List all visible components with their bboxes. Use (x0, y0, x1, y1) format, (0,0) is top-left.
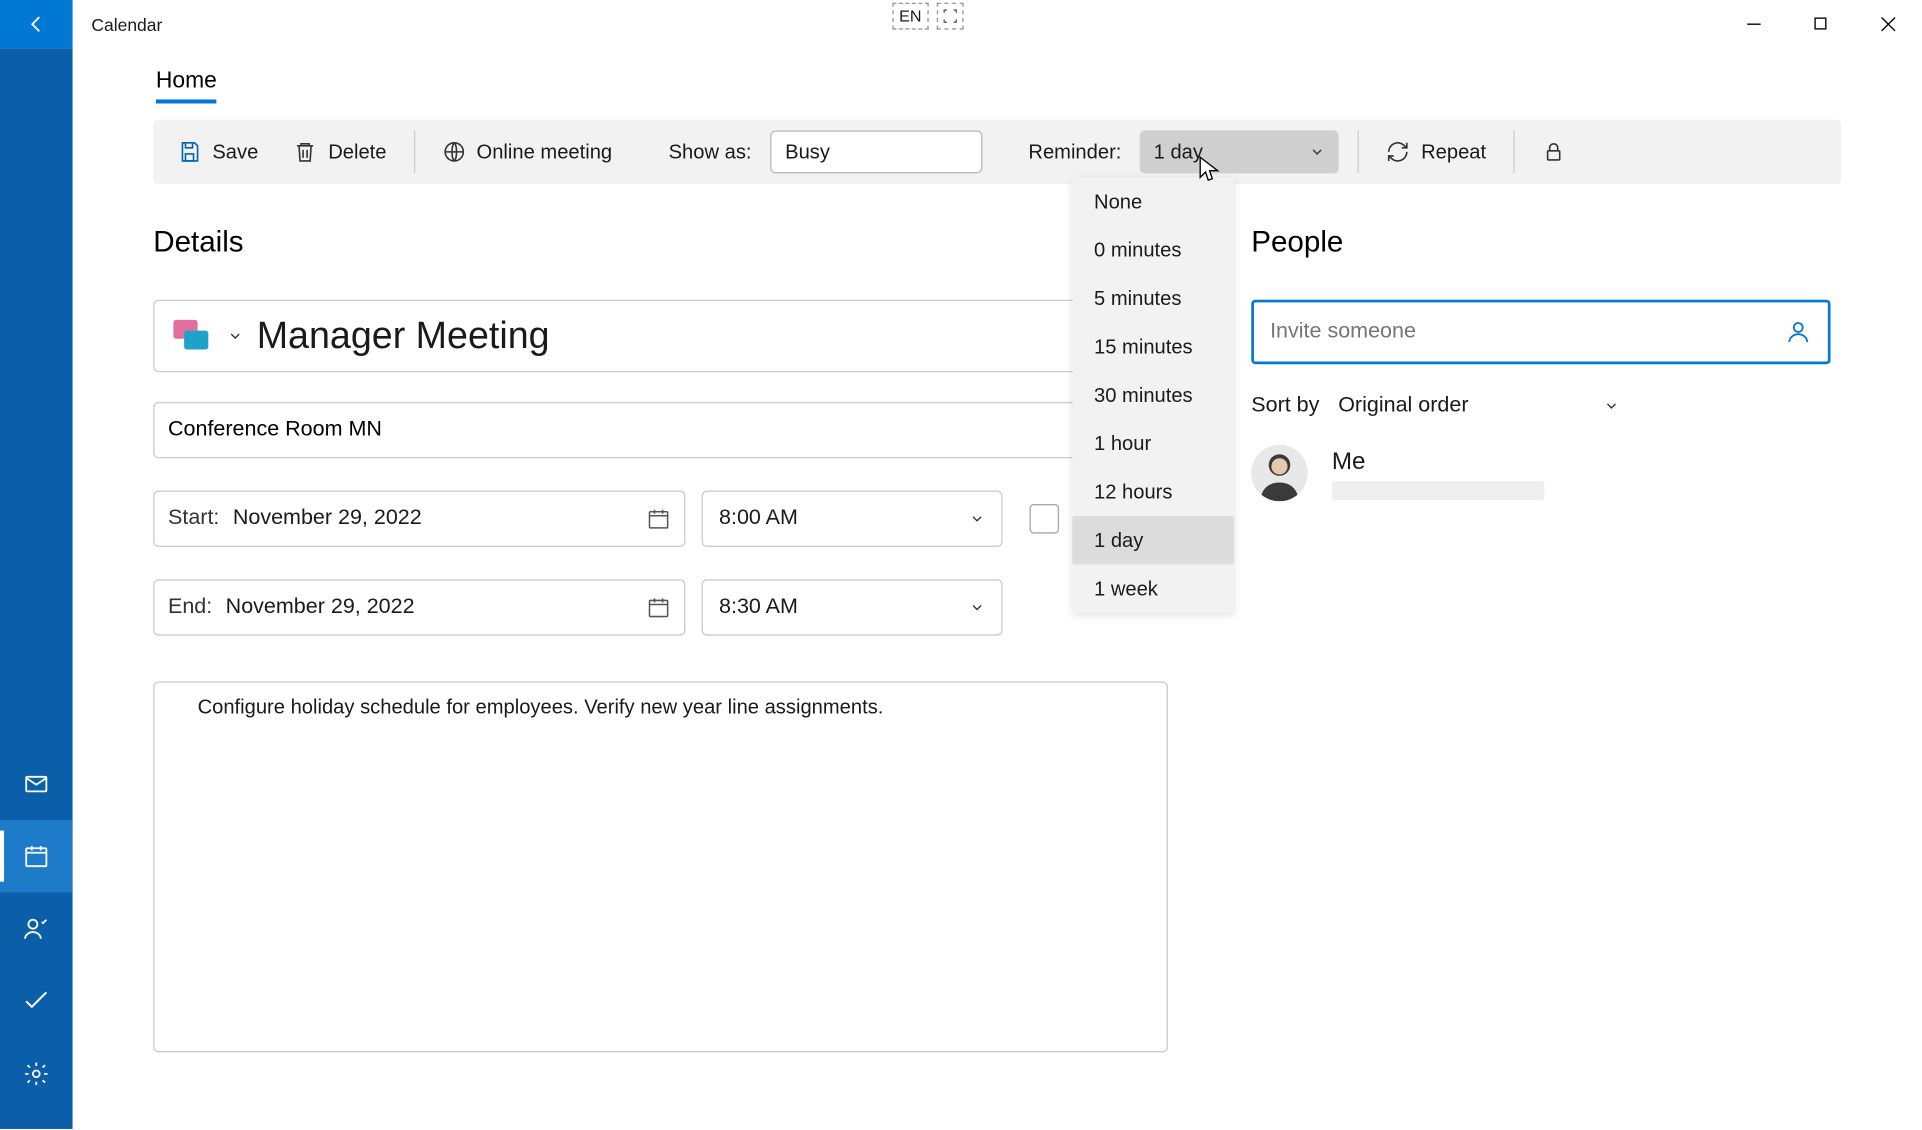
reminder-option-0min[interactable]: 0 minutes (1073, 226, 1234, 274)
person-row[interactable]: Me (1251, 445, 1830, 501)
chevron-down-icon (1310, 144, 1326, 160)
end-label: End: (168, 595, 212, 619)
delete-button[interactable]: Delete (285, 134, 394, 169)
event-title-input[interactable] (257, 314, 1153, 357)
calendar-picker-icon (646, 595, 670, 619)
details-section: Details Start: November 29, 2022 (153, 224, 1168, 1052)
minimize-button[interactable] (1720, 0, 1787, 48)
chevron-down-icon[interactable] (227, 328, 243, 344)
end-time-value: 8:30 AM (719, 595, 798, 619)
reminder-option-1week[interactable]: 1 week (1073, 564, 1234, 612)
description-textarea[interactable]: Configure holiday schedule for employees… (153, 681, 1168, 1052)
invite-input[interactable] (1270, 320, 1785, 344)
app-title: Calendar (91, 14, 162, 34)
event-category-icon[interactable] (168, 312, 216, 360)
all-day-checkbox[interactable] (1030, 504, 1060, 534)
chevron-down-icon (1603, 398, 1619, 414)
start-date-field[interactable]: Start: November 29, 2022 (153, 491, 685, 547)
event-title-row (153, 300, 1168, 373)
reminder-value: 1 day (1154, 140, 1203, 163)
start-time-value: 8:00 AM (719, 507, 798, 531)
people-section: People Sort by Original order (1251, 224, 1830, 1052)
show-as-value: Busy (785, 140, 830, 163)
tabs: Home (73, 48, 1922, 103)
person-subtext (1332, 480, 1544, 499)
private-button[interactable] (1533, 134, 1573, 169)
start-label: Start: (168, 507, 219, 531)
person-icon[interactable] (1785, 319, 1812, 346)
people-icon[interactable] (0, 892, 73, 965)
show-as-label: Show as: (669, 140, 752, 163)
sidebar (0, 48, 73, 1129)
person-name: Me (1332, 447, 1544, 475)
repeat-button[interactable]: Repeat (1378, 134, 1494, 169)
reminder-option-1hour[interactable]: 1 hour (1073, 419, 1234, 467)
window-controls (1720, 0, 1922, 48)
mouse-cursor-icon (1199, 156, 1221, 183)
reminder-select[interactable]: 1 day (1140, 130, 1339, 173)
online-meeting-label: Online meeting (477, 140, 613, 163)
start-date-value: November 29, 2022 (233, 507, 422, 531)
reminder-option-12hours[interactable]: 12 hours (1073, 468, 1234, 516)
mail-icon[interactable] (0, 747, 73, 820)
location-input[interactable] (168, 418, 1153, 442)
chevron-down-icon (969, 511, 985, 527)
ribbon: Save Delete Online meeting Show as: Busy… (153, 120, 1841, 185)
people-heading: People (1251, 224, 1830, 259)
calendar-icon[interactable] (0, 820, 73, 893)
description-text: Configure holiday schedule for employees… (198, 696, 884, 719)
sort-value: Original order (1338, 394, 1468, 418)
reminder-option-1day[interactable]: 1 day (1073, 516, 1234, 564)
end-date-field[interactable]: End: November 29, 2022 (153, 579, 685, 635)
content-area: Home Save Delete Online meeting Show as:… (73, 48, 1922, 1129)
location-row (153, 402, 1168, 458)
show-as-select[interactable]: Busy (770, 130, 982, 173)
end-time-field[interactable]: 8:30 AM (702, 579, 1003, 635)
reminder-dropdown: None 0 minutes 5 minutes 15 minutes 30 m… (1073, 177, 1234, 612)
language-indicator[interactable]: EN (892, 3, 963, 30)
delete-label: Delete (328, 140, 386, 163)
language-code: EN (899, 7, 921, 26)
reminder-option-15min[interactable]: 15 minutes (1073, 323, 1234, 371)
back-button[interactable] (0, 0, 73, 48)
settings-icon[interactable] (0, 1038, 73, 1111)
reminder-option-30min[interactable]: 30 minutes (1073, 371, 1234, 419)
reminder-label: Reminder: (1028, 140, 1121, 163)
online-meeting-button[interactable]: Online meeting (434, 134, 621, 169)
reminder-option-none[interactable]: None (1073, 177, 1234, 225)
end-date-value: November 29, 2022 (226, 595, 415, 619)
chevron-down-icon (969, 599, 985, 615)
details-heading: Details (153, 224, 1168, 259)
invite-input-wrapper (1251, 300, 1830, 365)
todo-icon[interactable] (0, 965, 73, 1038)
sort-label: Sort by (1251, 394, 1319, 418)
save-button[interactable]: Save (169, 134, 266, 169)
calendar-picker-icon (646, 507, 670, 531)
start-time-field[interactable]: 8:00 AM (702, 491, 1003, 547)
save-label: Save (212, 140, 258, 163)
tab-home[interactable]: Home (156, 67, 217, 103)
maximize-button[interactable] (1788, 0, 1855, 48)
sort-select[interactable]: Original order (1338, 394, 1619, 418)
close-button[interactable] (1855, 0, 1922, 48)
repeat-label: Repeat (1421, 140, 1486, 163)
reminder-option-5min[interactable]: 5 minutes (1073, 274, 1234, 322)
avatar (1251, 445, 1307, 501)
